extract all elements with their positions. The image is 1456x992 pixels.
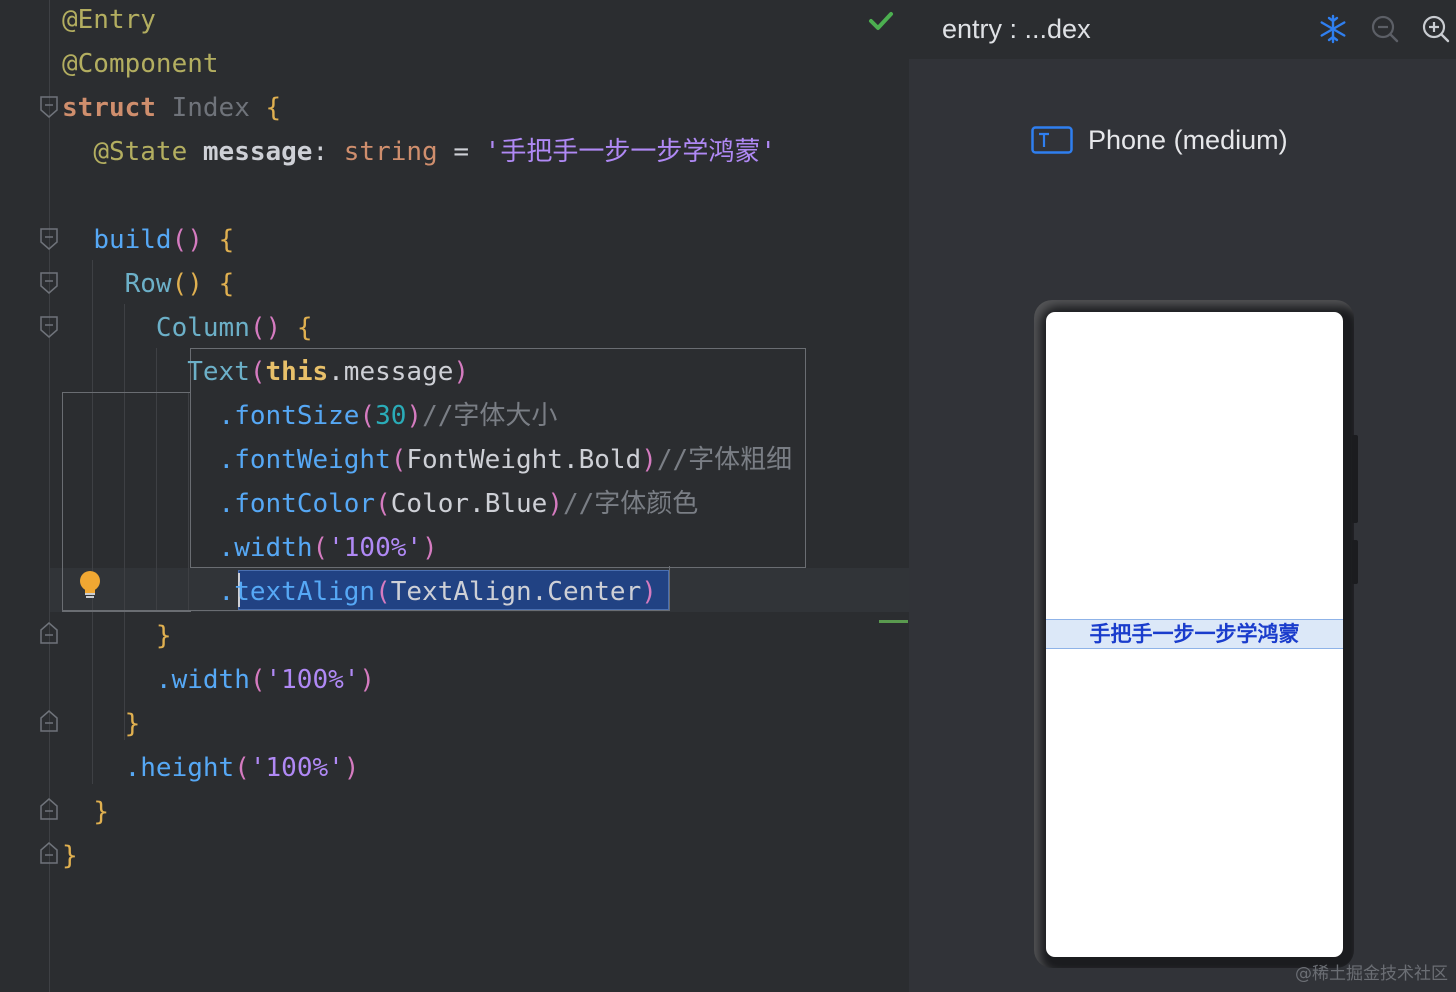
watermark: @稀土掘金技术社区 — [1295, 964, 1448, 984]
phone-side-button — [1352, 435, 1358, 523]
code-line[interactable]: .fontWeight(FontWeight.Bold)//字体粗细 — [62, 438, 793, 482]
code-line[interactable]: } — [62, 702, 141, 746]
change-marker — [879, 620, 908, 623]
code-line[interactable]: .textAlign(TextAlign.Center) — [62, 570, 657, 614]
code-line[interactable]: } — [62, 614, 172, 658]
code-editor[interactable]: @Entry @Component struct Index { @State … — [0, 0, 909, 992]
code-line[interactable]: struct Index { — [62, 86, 281, 130]
code-line[interactable]: build() { — [62, 218, 234, 262]
fold-marker-icon[interactable] — [40, 316, 58, 338]
code-line[interactable]: } — [62, 790, 109, 834]
previewer-toolbar: entry : ...dex — [909, 0, 1456, 59]
zoom-out-icon[interactable] — [1370, 14, 1400, 48]
previewer-panel: entry : ...dex Phone (medium) 手把手一步一步学鸿蒙… — [909, 0, 1456, 992]
code-line[interactable]: @Component — [62, 42, 219, 86]
code-line[interactable]: } — [62, 834, 78, 878]
lightbulb-icon[interactable] — [77, 570, 103, 604]
fold-end-marker-icon[interactable] — [40, 622, 58, 644]
text-device-icon — [1031, 126, 1073, 158]
phone-frame: 手把手一步一步学鸿蒙 — [1034, 300, 1358, 968]
code-line[interactable]: Text(this.message) — [62, 350, 469, 394]
preview-text-component[interactable]: 手把手一步一步学鸿蒙 — [1046, 619, 1343, 649]
code-line[interactable]: .fontSize(30)//字体大小 — [62, 394, 558, 438]
zoom-in-icon[interactable] — [1421, 14, 1451, 48]
fold-marker-icon[interactable] — [40, 96, 58, 118]
code-line[interactable]: Column() { — [62, 306, 313, 350]
fold-end-marker-icon[interactable] — [40, 842, 58, 864]
fold-end-marker-icon[interactable] — [40, 710, 58, 732]
fold-marker-icon[interactable] — [40, 272, 58, 294]
code-line[interactable]: Row() { — [62, 262, 235, 306]
code-line[interactable]: .height('100%') — [62, 746, 360, 790]
code-line[interactable]: .width('100%') — [62, 526, 438, 570]
code-line[interactable]: .fontColor(Color.Blue)//字体颜色 — [62, 482, 699, 526]
fold-marker-icon[interactable] — [40, 228, 58, 250]
code-line[interactable]: @State message: string = '手把手一步一步学鸿蒙' — [62, 130, 776, 174]
code-line[interactable]: @Entry — [62, 0, 156, 42]
check-icon[interactable] — [868, 10, 894, 36]
phone-screen[interactable]: 手把手一步一步学鸿蒙 — [1046, 312, 1343, 957]
fold-end-marker-icon[interactable] — [40, 798, 58, 820]
phone-side-button — [1352, 540, 1358, 584]
device-label: Phone (medium) — [1088, 125, 1288, 155]
previewer-title: entry : ...dex — [942, 14, 1091, 44]
snowflake-icon[interactable] — [1318, 14, 1348, 48]
code-line[interactable]: .width('100%') — [62, 658, 375, 702]
